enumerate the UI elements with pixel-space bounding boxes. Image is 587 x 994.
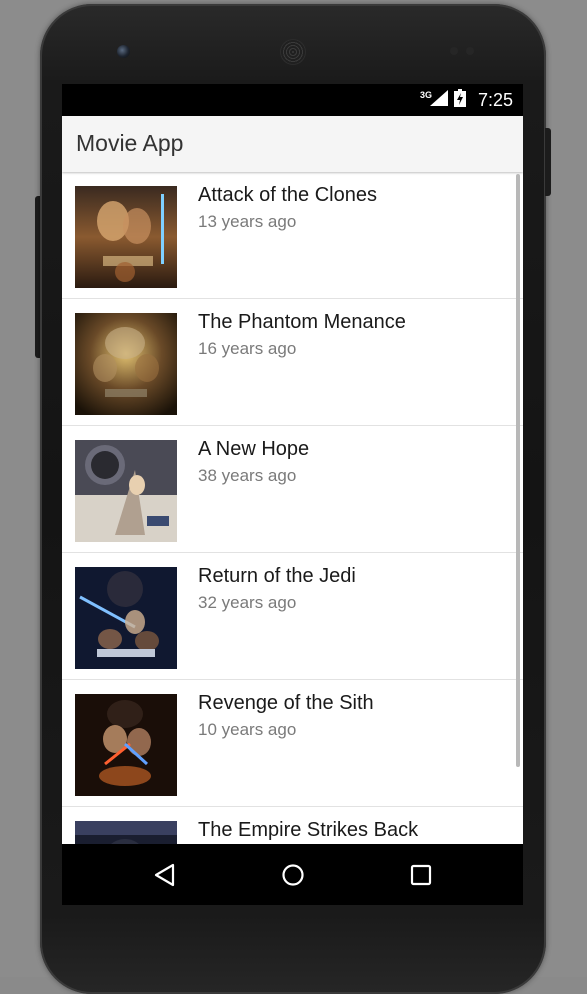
status-bar: 3G 7:25: [62, 84, 523, 116]
device-screen: 3G 7:25 Movie App Attack of the Clones 1…: [62, 84, 523, 905]
movie-release-age: 16 years ago: [198, 339, 297, 358]
list-item[interactable]: A New Hope 38 years ago: [62, 426, 523, 553]
status-clock: 7:25: [477, 89, 513, 110]
movie-title: Revenge of the Sith: [198, 692, 374, 714]
network-type-label: 3G: [419, 90, 432, 100]
front-camera-icon: [117, 45, 130, 58]
movie-title: The Phantom Menance: [198, 311, 406, 333]
back-triangle-icon: [154, 863, 175, 887]
movie-release-age: 10 years ago: [198, 720, 297, 739]
movie-poster: [75, 694, 177, 796]
back-button[interactable]: [148, 858, 182, 892]
list-item[interactable]: Return of the Jedi 32 years ago: [62, 553, 523, 680]
list-item[interactable]: The Empire Strikes Back: [62, 807, 523, 844]
light-sensor-icon: [466, 47, 474, 55]
movie-release-age: 38 years ago: [198, 466, 297, 485]
recents-square-icon: [410, 864, 432, 886]
movie-poster: [75, 567, 177, 669]
power-button[interactable]: [545, 128, 551, 196]
app-toolbar: Movie App: [62, 116, 523, 172]
movie-list[interactable]: Attack of the Clones 13 years ago The Ph…: [62, 172, 523, 844]
home-button[interactable]: [276, 858, 310, 892]
list-scrollbar[interactable]: [516, 174, 520, 767]
cell-signal-icon: [429, 89, 448, 111]
movie-title: The Empire Strikes Back: [198, 819, 419, 841]
earpiece-speaker-icon: [281, 40, 305, 64]
list-item[interactable]: Attack of the Clones 13 years ago: [62, 172, 523, 299]
movie-poster: [75, 821, 177, 844]
movie-title: A New Hope: [198, 438, 310, 460]
battery-icon: [453, 88, 466, 112]
app-title: Movie App: [76, 130, 184, 156]
recents-button[interactable]: [404, 858, 438, 892]
movie-poster: [75, 186, 177, 288]
list-item[interactable]: Revenge of the Sith 10 years ago: [62, 680, 523, 807]
movie-title: Attack of the Clones: [198, 184, 377, 206]
proximity-sensor-icon: [450, 47, 458, 55]
home-circle-icon: [282, 864, 304, 886]
movie-title: Return of the Jedi: [198, 565, 356, 587]
movie-release-age: 13 years ago: [198, 212, 297, 231]
navigation-bar: [62, 844, 523, 905]
movie-poster: [75, 313, 177, 415]
status-icons: 3G 7:25: [420, 84, 513, 116]
movie-poster: [75, 440, 177, 542]
list-item[interactable]: The Phantom Menance 16 years ago: [62, 299, 523, 426]
movie-release-age: 32 years ago: [198, 593, 297, 612]
